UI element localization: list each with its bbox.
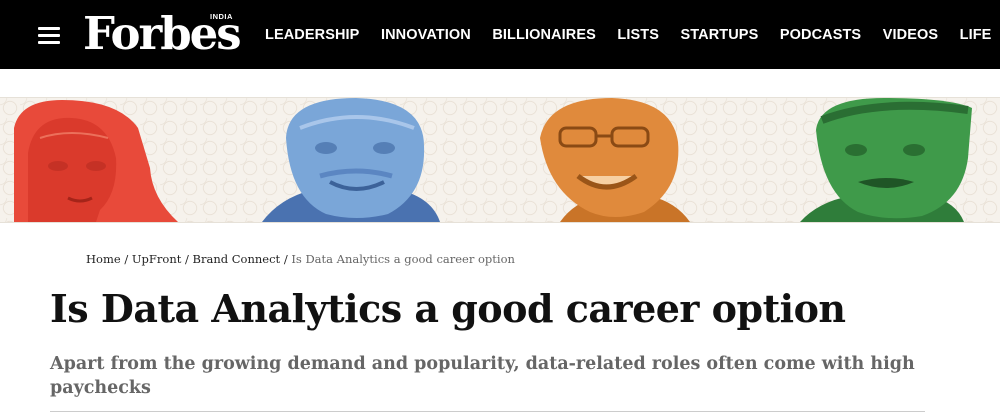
forbes-logo[interactable]: Forbes INDIA <box>83 8 242 60</box>
main-nav: LEADERSHIP INNOVATION BILLIONAIRES LISTS… <box>265 0 1000 69</box>
top-navigation-bar: Forbes INDIA LEADERSHIP INNOVATION BILLI… <box>0 0 1000 69</box>
breadcrumb-separator: / <box>280 252 292 266</box>
nav-item-startups[interactable]: STARTUPS <box>680 27 758 43</box>
breadcrumb-upfront-link[interactable]: UpFront <box>132 252 181 266</box>
hamburger-line <box>38 27 60 30</box>
portrait-illustration <box>14 100 178 222</box>
breadcrumb-separator: / <box>181 252 193 266</box>
portrait-illustration <box>262 98 440 222</box>
nav-item-podcasts[interactable]: PODCASTS <box>780 27 861 43</box>
article-title: Is Data Analytics a good career option <box>50 286 846 331</box>
nav-item-innovation[interactable]: INNOVATION <box>381 27 471 43</box>
portrait-illustration <box>540 98 690 222</box>
breadcrumb-brand-connect-link[interactable]: Brand Connect <box>193 252 281 266</box>
hamburger-menu-icon[interactable] <box>38 27 60 44</box>
content-divider <box>50 411 925 412</box>
hamburger-line <box>38 41 60 44</box>
nav-item-life[interactable]: LIFE <box>960 27 992 43</box>
breadcrumb-home-link[interactable]: Home <box>86 252 121 266</box>
nav-item-billionaires[interactable]: BILLIONAIRES <box>492 27 596 43</box>
nav-item-lists[interactable]: LISTS <box>617 27 659 43</box>
breadcrumb-separator: / <box>120 252 132 266</box>
hero-banner <box>0 97 1000 223</box>
breadcrumb: Home / UpFront / Brand Connect / Is Data… <box>86 252 515 266</box>
breadcrumb-current: Is Data Analytics a good career option <box>291 252 515 266</box>
portrait-illustration <box>800 98 972 222</box>
logo-edition-label: INDIA <box>210 12 233 21</box>
article-subtitle: Apart from the growing demand and popula… <box>50 354 915 398</box>
banner-portraits <box>14 98 972 222</box>
hamburger-line <box>38 34 60 37</box>
nav-item-videos[interactable]: VIDEOS <box>883 27 938 43</box>
nav-item-leadership[interactable]: LEADERSHIP <box>265 27 359 43</box>
